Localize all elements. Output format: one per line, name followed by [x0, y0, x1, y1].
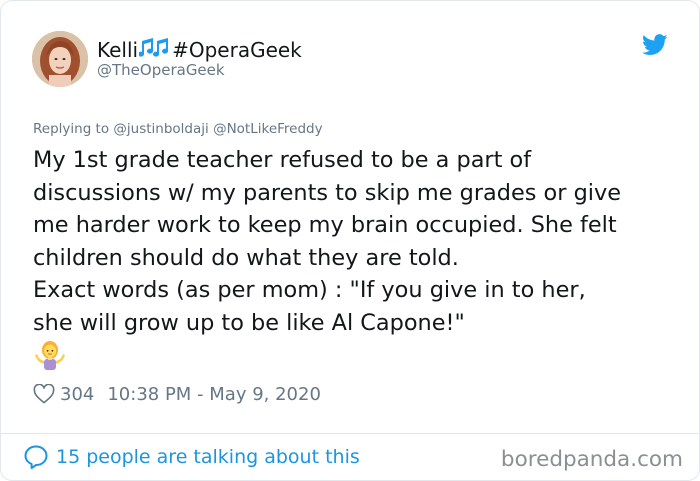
tweet-line: My 1st grade teacher refused to be a par… [33, 147, 532, 173]
person-shrugging-emoji-icon [35, 340, 65, 370]
musical-notes-icon [138, 35, 171, 64]
heart-icon[interactable] [33, 383, 55, 404]
speech-bubble-icon [23, 444, 49, 470]
divider [1, 433, 699, 434]
tweet-text: My 1st grade teacher refused to be a par… [33, 144, 683, 340]
avatar-photo-icon [32, 31, 88, 87]
tweet-meta: 304 10:38 PM - May 9, 2020 [33, 381, 321, 407]
tweet-card: Kelli #OperaGeek @TheOperaGeek Replying … [0, 0, 700, 481]
tweet-line: Exact words (as per mom) : "If you give … [33, 277, 586, 304]
conversation-text: 15 people are talking about this [56, 446, 360, 468]
reply-context: Replying to @justinboldaji @NotLikeFredd… [33, 121, 323, 137]
like-count[interactable]: 304 [60, 384, 94, 405]
reply-mention-notlikefreddy[interactable]: @NotLikeFreddy [213, 121, 323, 137]
tweet-line: she will grow up to be like Al Capone!" [33, 309, 465, 336]
user-handle[interactable]: @TheOperaGeek [97, 61, 225, 79]
display-name[interactable]: Kelli #OperaGeek [97, 35, 302, 64]
boredpanda-watermark: boredpanda.com [500, 447, 683, 472]
reply-label: Replying to [33, 121, 110, 137]
twitter-bird-icon[interactable] [641, 34, 668, 56]
display-name-prefix: Kelli [97, 37, 139, 62]
tweet-line: me harder work to keep my brain occupied… [33, 212, 617, 239]
tweet-line: children should do what they are told. [33, 244, 459, 271]
tweet-timestamp[interactable]: 10:38 PM - May 9, 2020 [107, 384, 321, 405]
tweet-line: discussions w/ my parents to skip me gra… [33, 179, 622, 206]
avatar[interactable] [32, 31, 88, 87]
display-name-suffix: #OperaGeek [172, 37, 302, 62]
reply-mention-justinboldaji[interactable]: @justinboldaji [113, 121, 208, 137]
conversation-link[interactable]: 15 people are talking about this [23, 443, 360, 471]
